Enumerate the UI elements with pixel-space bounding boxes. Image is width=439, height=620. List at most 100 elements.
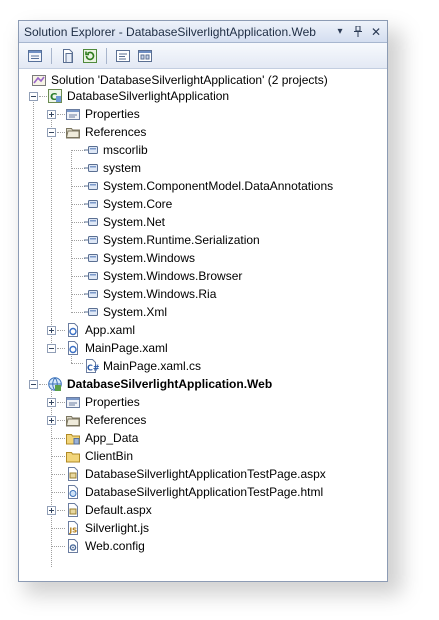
view-designer-icon[interactable] [135,46,155,66]
title-bar: Solution Explorer - DatabaseSilverlightA… [19,21,387,43]
solution-tree: Solution 'DatabaseSilverlightApplication… [19,69,387,581]
tree-line [39,96,47,97]
tree-item-label: Properties [85,107,140,121]
tree-line [51,438,65,439]
expand-toggle[interactable] [47,326,56,335]
tree-item-reference[interactable]: System.Net [83,213,165,231]
tree-item-reference[interactable]: System.Xml [83,303,167,321]
tree-item-project-web[interactable]: DatabaseSilverlightApplication.Web [47,375,272,393]
assembly-reference-icon [83,232,99,248]
csharp-file-icon: C# [83,358,100,374]
tree-line [57,402,65,403]
tree-line [71,150,72,309]
expand-toggle[interactable] [47,416,56,425]
tree-item-label: App.xaml [85,323,136,337]
tree-item-label: System.Xml [103,305,168,319]
collapse-toggle[interactable] [29,380,38,389]
collapse-toggle[interactable] [29,92,38,101]
folder-icon [65,448,81,464]
tree-item-default-aspx[interactable]: Default.aspx [65,501,152,519]
assembly-reference-icon [83,250,99,266]
tree-item-label: DatabaseSilverlightApplication [67,89,230,103]
tree-item-reference[interactable]: System.Core [83,195,172,213]
tree-item-references[interactable]: References [65,123,146,141]
tree-item-web-config[interactable]: Web.config [65,537,145,555]
properties-icon[interactable] [25,46,45,66]
tree-line [51,474,65,475]
tree-item-label: System.Windows.Ria [103,287,217,301]
expand-toggle[interactable] [47,110,56,119]
tree-item-clientbin[interactable]: ClientBin [65,447,133,465]
tree-item-label: References [85,413,147,427]
properties-folder-icon [65,394,81,410]
assembly-reference-icon [83,268,99,284]
assembly-reference-icon [83,286,99,302]
tree-item-reference[interactable]: System.Windows [83,249,195,267]
solution-explorer-window: Solution Explorer - DatabaseSilverlightA… [18,20,388,582]
window-title: Solution Explorer - DatabaseSilverlightA… [24,24,316,39]
tree-item-mainpage-xaml[interactable]: MainPage.xaml [65,339,168,357]
view-code-icon[interactable] [113,46,133,66]
tree-item-label: mscorlib [103,143,148,157]
tree-line [51,114,52,345]
tree-item-testpage-aspx[interactable]: DatabaseSilverlightApplicationTestPage.a… [65,465,326,483]
show-all-files-icon[interactable] [58,46,78,66]
silverlight-project-icon: C [47,88,63,104]
tree-item-reference[interactable]: System.ComponentModel.DataAnnotations [83,177,333,195]
tree-item-properties[interactable]: Properties [65,105,140,123]
tree-item-testpage-html[interactable]: DatabaseSilverlightApplicationTestPage.h… [65,483,323,501]
tree-item-label: System.Runtime.Serialization [103,233,260,247]
assembly-reference-icon [83,214,99,230]
tree-item-properties[interactable]: Properties [65,393,140,411]
properties-folder-icon [65,106,81,122]
assembly-reference-icon [83,142,99,158]
tree-item-app-data[interactable]: App_Data [65,429,138,447]
tree-item-label: ClientBin [85,449,134,463]
references-folder-icon [65,412,81,428]
tree-line [57,132,65,133]
tree-line [51,492,65,493]
collapse-toggle[interactable] [47,344,56,353]
toolbar-separator [51,47,52,64]
tree-item-reference[interactable]: mscorlib [83,141,148,159]
tree-item-app-xaml[interactable]: App.xaml [65,321,135,339]
tree-item-reference[interactable]: System.Windows.Ria [83,285,216,303]
toolbar-separator [106,47,107,64]
tree-item-references[interactable]: References [65,411,146,429]
tree-line [57,114,65,115]
tree-line [51,528,65,529]
pin-icon[interactable] [351,25,365,39]
expand-toggle[interactable] [47,506,56,515]
tree-item-label: System.Windows [103,251,196,265]
tree-item-label: MainPage.xaml.cs [103,359,202,373]
assembly-reference-icon [83,160,99,176]
tree-line [51,456,65,457]
expand-toggle[interactable] [47,398,56,407]
tree-item-reference[interactable]: System.Runtime.Serialization [83,231,260,249]
toolbar [19,43,387,69]
tree-item-label: MainPage.xaml [85,341,168,355]
tree-item-label: DatabaseSilverlightApplicationTestPage.a… [85,467,326,481]
assembly-reference-icon [83,304,99,320]
tree-item-mainpage-cs[interactable]: C# MainPage.xaml.cs [83,357,201,375]
tree-item-label: Properties [85,395,140,409]
solution-icon [31,72,47,88]
tree-line [33,96,34,381]
refresh-icon[interactable] [80,46,100,66]
collapse-toggle[interactable] [47,128,56,137]
web-project-icon [47,376,63,392]
tree-item-reference[interactable]: System.Windows.Browser [83,267,242,285]
assembly-reference-icon [83,178,99,194]
dropdown-arrow-icon[interactable]: ▾ [333,25,347,39]
close-icon[interactable]: ✕ [369,25,383,39]
tree-item-label: DatabaseSilverlightApplicationTestPage.h… [85,485,324,499]
tree-line [51,546,65,547]
tree-item-project-silverlight[interactable]: C DatabaseSilverlightApplication [47,87,229,105]
tree-item-label: System.Windows.Browser [103,269,243,283]
tree-line [57,510,65,511]
tree-item-silverlight-js[interactable]: JS Silverlight.js [65,519,149,537]
tree-item-reference[interactable]: system [83,159,141,177]
xaml-file-icon [65,340,81,356]
xaml-file-icon [65,322,81,338]
tree-item-label: App_Data [85,431,139,445]
